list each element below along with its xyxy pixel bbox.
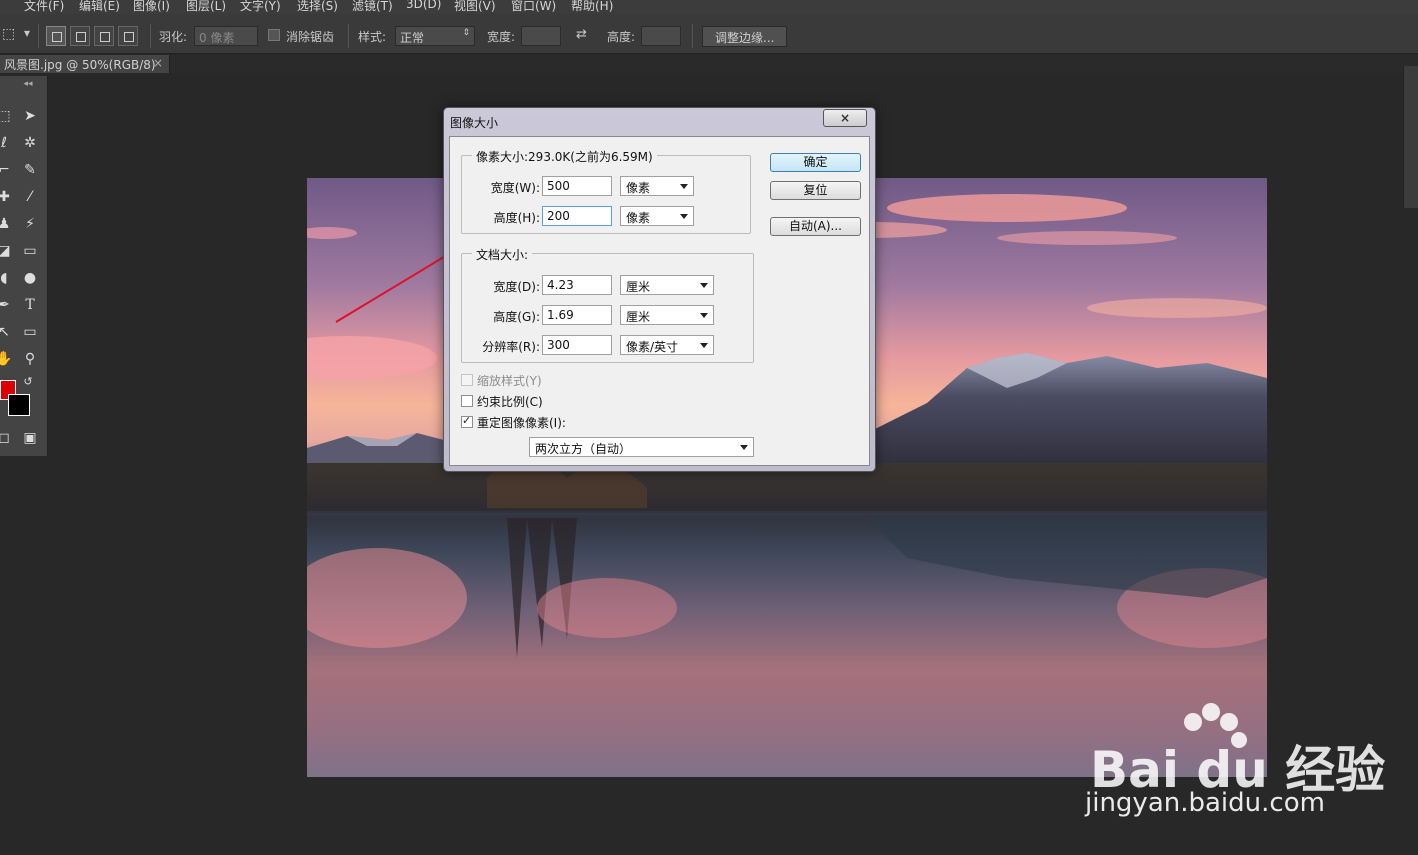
doc-height-unit: 厘米 xyxy=(626,310,651,324)
pixel-width-input[interactable]: 500 xyxy=(542,176,612,196)
baidu-watermark: Bai du 经验 jingyan.baidu.com xyxy=(1085,700,1385,830)
scale-styles-label: 缩放样式(Y) xyxy=(477,374,542,388)
constrain-proportions-checkbox[interactable] xyxy=(461,395,473,407)
pixel-height-label: 高度(H): xyxy=(493,211,540,225)
dropdown-arrow-icon xyxy=(700,283,708,288)
dropdown-arrow-icon xyxy=(700,313,708,318)
pixel-height-input[interactable]: 200 xyxy=(542,206,612,226)
dialog-titlebar[interactable]: 图像大小 × xyxy=(444,108,875,136)
dialog-title: 图像大小 xyxy=(450,116,499,130)
pixel-dimensions-group: 像素大小:293.0K(之前为6.59M) 宽度(W): 500 像素 高度(H… xyxy=(461,148,751,234)
pixel-width-unit: 像素 xyxy=(626,181,651,195)
pixel-height-unit-select[interactable]: 像素 xyxy=(620,206,694,226)
resolution-input[interactable]: 300 xyxy=(542,335,612,355)
pixel-dimensions-legend: 像素大小:293.0K(之前为6.59M) xyxy=(472,148,657,165)
resample-method-value: 两次立方（自动） xyxy=(535,442,632,456)
dropdown-arrow-icon xyxy=(680,214,688,219)
pixel-width-unit-select[interactable]: 像素 xyxy=(620,176,694,196)
doc-width-label: 宽度(D): xyxy=(493,280,540,294)
dropdown-arrow-icon xyxy=(680,184,688,189)
doc-width-unit: 厘米 xyxy=(626,280,651,294)
resample-checkbox[interactable] xyxy=(461,414,473,428)
document-size-legend: 文档大小: xyxy=(472,246,533,263)
photoshop-window: 文件(F) 编辑(E) 图像(I) 图层(L) 文字(Y) 选择(S) 滤镜(T… xyxy=(0,0,1418,855)
document-size-group: 文档大小: 宽度(D): 4.23 厘米 高度(G): 1.69 厘米 分辨率(… xyxy=(461,246,754,363)
doc-height-unit-select[interactable]: 厘米 xyxy=(620,305,714,325)
resolution-unit-select[interactable]: 像素/英寸 xyxy=(620,335,714,355)
resolution-unit: 像素/英寸 xyxy=(626,340,679,354)
dialog-client: 像素大小:293.0K(之前为6.59M) 宽度(W): 500 像素 高度(H… xyxy=(449,136,870,466)
dropdown-arrow-icon xyxy=(740,445,748,450)
auto-button[interactable]: 自动(A)... xyxy=(770,217,861,236)
doc-height-label: 高度(G): xyxy=(493,310,540,324)
watermark-url: jingyan.baidu.com xyxy=(1085,788,1325,818)
doc-height-input[interactable]: 1.69 xyxy=(542,305,612,325)
resample-method-select[interactable]: 两次立方（自动） xyxy=(529,437,754,457)
close-dialog-button[interactable]: × xyxy=(823,109,867,127)
doc-width-input[interactable]: 4.23 xyxy=(542,275,612,295)
resample-label: 重定图像像素(I): xyxy=(477,416,566,430)
image-size-dialog: 图像大小 × 像素大小:293.0K(之前为6.59M) 宽度(W): 500 … xyxy=(443,107,876,472)
scale-styles-checkbox[interactable] xyxy=(461,374,473,386)
ok-button[interactable]: 确定 xyxy=(770,153,861,172)
pixel-height-unit: 像素 xyxy=(626,211,651,225)
constrain-proportions-label: 约束比例(C) xyxy=(477,395,543,409)
resolution-label: 分辨率(R): xyxy=(482,340,540,354)
close-icon: × xyxy=(839,111,851,125)
doc-width-unit-select[interactable]: 厘米 xyxy=(620,275,714,295)
reset-button[interactable]: 复位 xyxy=(770,181,861,200)
pixel-width-label: 宽度(W): xyxy=(490,181,540,195)
dropdown-arrow-icon xyxy=(700,343,708,348)
